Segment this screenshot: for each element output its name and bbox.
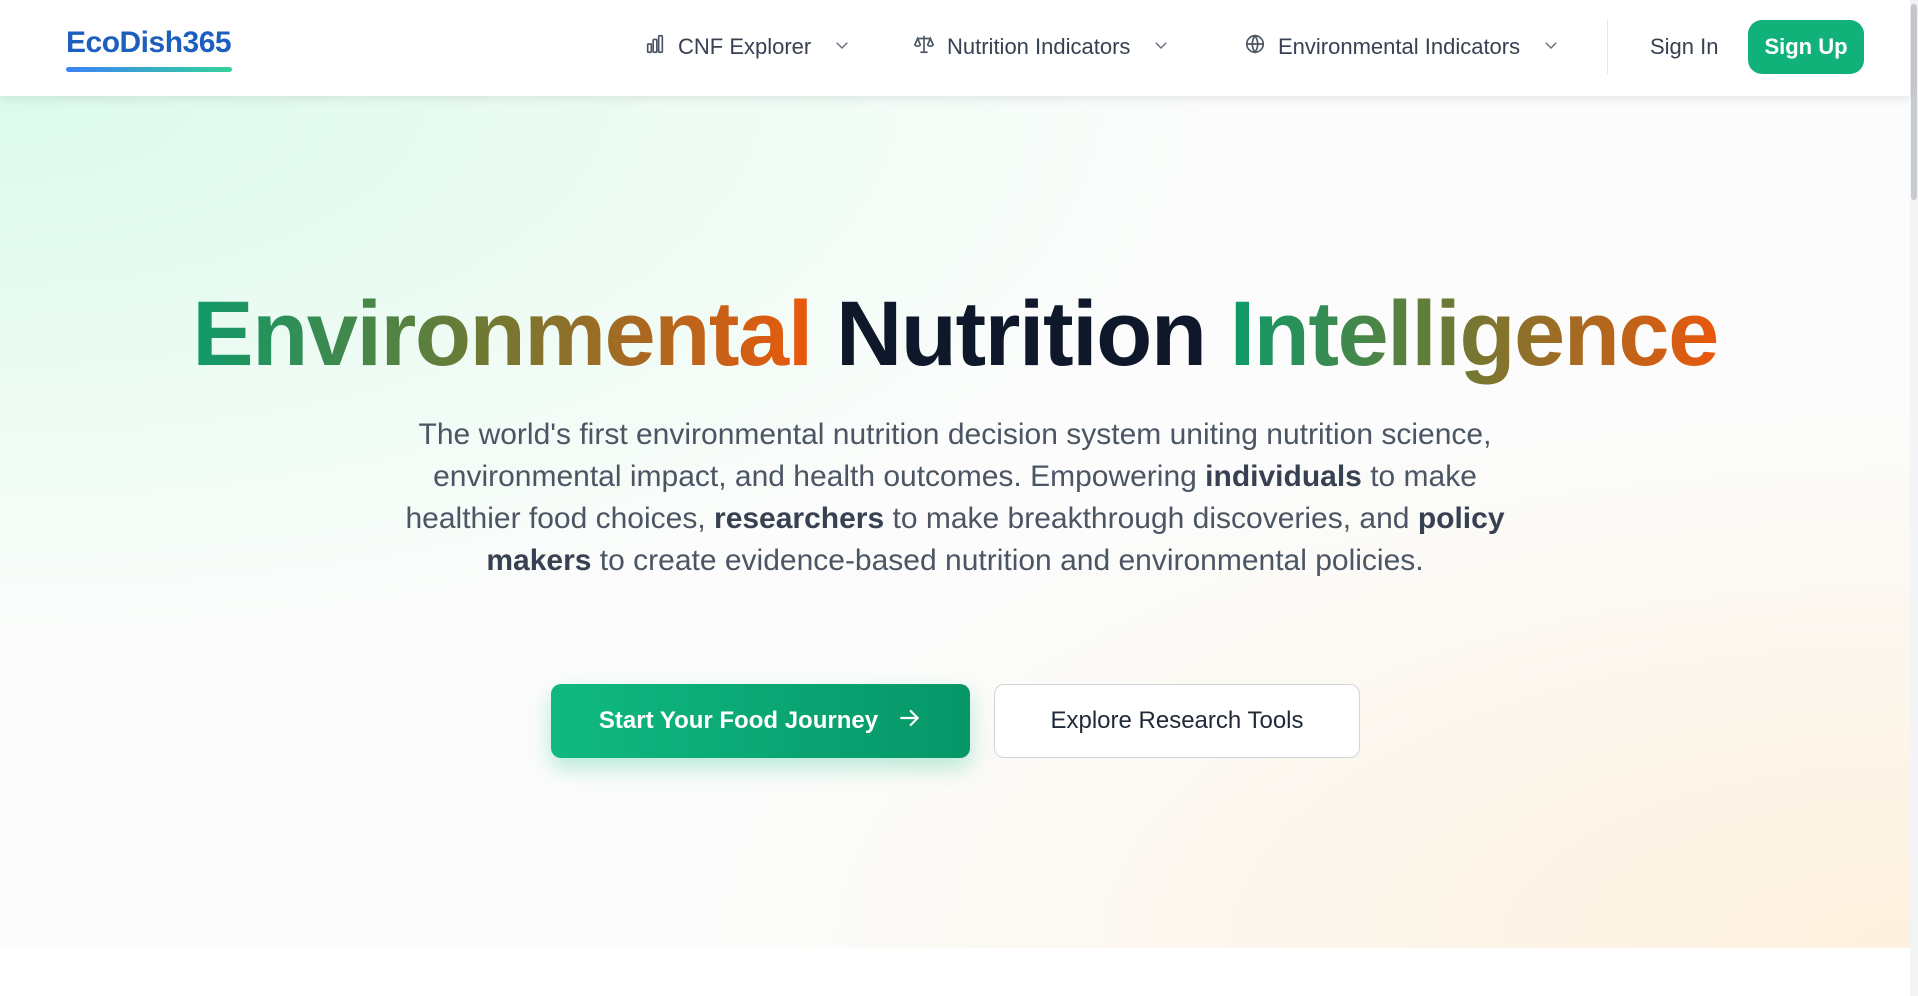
primary-button-label: Start Your Food Journey xyxy=(598,707,879,734)
logo-underline xyxy=(66,67,232,72)
hero-title: Environmental Nutrition Intelligence xyxy=(0,280,1910,388)
scrollbar[interactable] xyxy=(1910,0,1918,996)
desc-bold-researchers: researchers xyxy=(714,502,885,535)
start-food-journey-button[interactable]: Start Your Food Journey xyxy=(551,684,970,758)
nav-environmental-indicators[interactable]: Environmental Indicators xyxy=(1244,28,1560,66)
chevron-down-icon xyxy=(1152,34,1170,60)
sign-in-link[interactable]: Sign In xyxy=(1650,28,1719,66)
page: EcoDish365 CNF Explorer Nutrition Indica… xyxy=(0,0,1918,996)
nav-cnf-explorer[interactable]: CNF Explorer xyxy=(644,28,851,66)
desc-mid2: to make breakthrough discoveries, and xyxy=(884,502,1418,535)
desc-bold-individuals: individuals xyxy=(1205,460,1362,493)
nav-divider xyxy=(1607,20,1608,74)
bar-chart-icon xyxy=(644,33,666,61)
hero-title-environmental: Environmental xyxy=(192,283,813,385)
scale-icon xyxy=(913,33,935,61)
scrollbar-thumb[interactable] xyxy=(1911,4,1917,200)
hero-title-nutrition: Nutrition xyxy=(835,283,1207,385)
hero-title-intelligence: Intelligence xyxy=(1229,283,1720,385)
nav-nutrition-indicators[interactable]: Nutrition Indicators xyxy=(913,28,1170,66)
explore-research-tools-button[interactable]: Explore Research Tools xyxy=(994,684,1360,758)
hero-description: The world's first environmental nutritio… xyxy=(378,414,1532,582)
nav-label: CNF Explorer xyxy=(678,34,812,59)
secondary-button-label: Explore Research Tools xyxy=(1050,707,1304,734)
chevron-down-icon xyxy=(1542,34,1560,60)
sign-up-button[interactable]: Sign Up xyxy=(1748,20,1864,74)
nav-label: Environmental Indicators xyxy=(1278,34,1521,59)
desc-end: to create evidence-based nutrition and e… xyxy=(591,544,1424,577)
globe-icon xyxy=(1244,33,1266,61)
arrow-right-icon xyxy=(896,705,922,738)
logo[interactable]: EcoDish365 xyxy=(66,26,232,60)
nav-label: Nutrition Indicators xyxy=(947,34,1131,59)
top-navbar: EcoDish365 CNF Explorer Nutrition Indica… xyxy=(0,0,1910,96)
chevron-down-icon xyxy=(833,34,851,60)
